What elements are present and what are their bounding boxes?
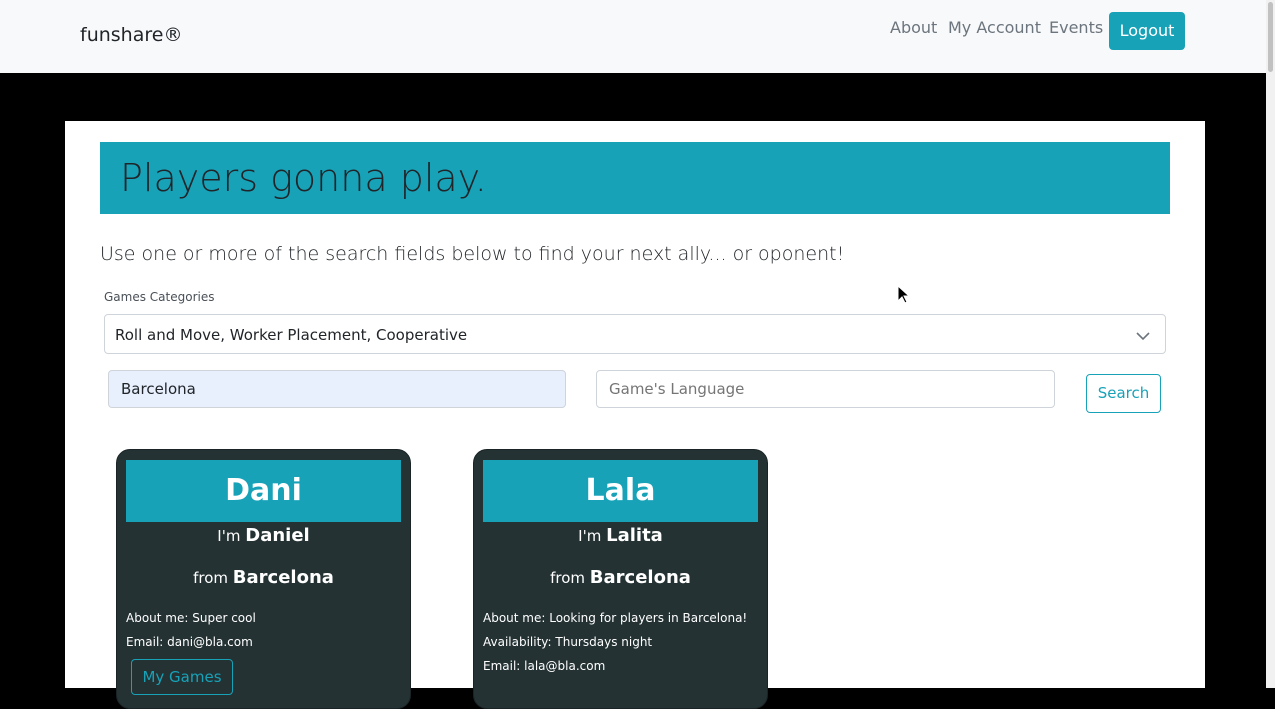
player-about: About me: Super cool (126, 611, 256, 625)
categories-label: Games Categories (104, 290, 215, 304)
player-card: Dani I'm Daniel from Barcelona About me:… (116, 449, 411, 709)
player-name: Lalita (606, 525, 663, 546)
from-prefix: from (550, 569, 585, 587)
player-about: About me: Looking for players in Barcelo… (483, 611, 748, 625)
language-input[interactable] (596, 370, 1055, 408)
player-city-line: from Barcelona (117, 567, 410, 588)
logout-button[interactable]: Logout (1109, 12, 1185, 50)
navbar: funshare® About My Account Events Logout (0, 0, 1266, 73)
player-name-line: I'm Daniel (117, 525, 410, 546)
city-input[interactable] (108, 370, 566, 408)
im-prefix: I'm (217, 527, 241, 545)
player-card: Lala I'm Lalita from Barcelona About me:… (473, 449, 768, 709)
player-city: Barcelona (589, 567, 691, 588)
my-games-button[interactable]: My Games (131, 659, 233, 695)
nav-link-events[interactable]: Events (1049, 18, 1103, 37)
player-email: Email: dani@bla.com (126, 635, 253, 649)
player-city: Barcelona (232, 567, 334, 588)
scrollbar-track[interactable] (1266, 0, 1275, 688)
player-email: Email: lala@bla.com (483, 659, 606, 673)
mouse-cursor-icon (897, 284, 911, 309)
nav-link-my-account[interactable]: My Account (948, 18, 1041, 37)
player-availability: Availability: Thursdays night (483, 635, 653, 649)
search-button[interactable]: Search (1086, 374, 1161, 413)
nav-link-about[interactable]: About (890, 18, 937, 37)
search-intro-text: Use one or more of the search fields bel… (100, 243, 845, 265)
player-name: Daniel (245, 525, 310, 546)
player-nickname: Dani (126, 460, 401, 522)
categories-value: Roll and Move, Worker Placement, Coopera… (115, 326, 468, 344)
from-prefix: from (193, 569, 228, 587)
im-prefix: I'm (578, 527, 602, 545)
player-nickname: Lala (483, 460, 758, 522)
scrollbar-thumb[interactable] (1268, 2, 1273, 72)
player-name-line: I'm Lalita (474, 525, 767, 546)
categories-select[interactable]: Roll and Move, Worker Placement, Coopera… (104, 314, 1166, 354)
page-title: Players gonna play. (120, 156, 487, 200)
chevron-down-icon (1135, 328, 1151, 347)
player-city-line: from Barcelona (474, 567, 767, 588)
brand-logo[interactable]: funshare® (80, 24, 182, 46)
jumbotron: Players gonna play. (100, 142, 1170, 214)
